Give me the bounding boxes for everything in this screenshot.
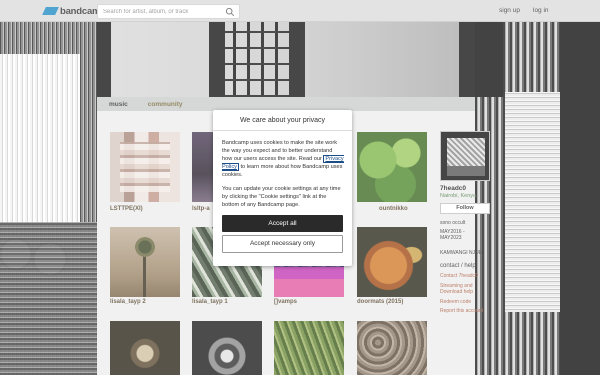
accept-all-button[interactable]: Accept all <box>222 215 343 232</box>
dialog-body: Bandcamp uses cookies to make the site w… <box>213 131 352 209</box>
cookie-consent-dialog: We care about your privacy Bandcamp uses… <box>213 110 352 266</box>
accept-necessary-button[interactable]: Accept necessary only <box>222 235 343 253</box>
cookie-explanation: Bandcamp uses cookies to make the site w… <box>222 140 344 178</box>
dialog-title: We care about your privacy <box>213 110 352 131</box>
cookie-settings-note: You can update your cookie settings at a… <box>222 186 341 208</box>
